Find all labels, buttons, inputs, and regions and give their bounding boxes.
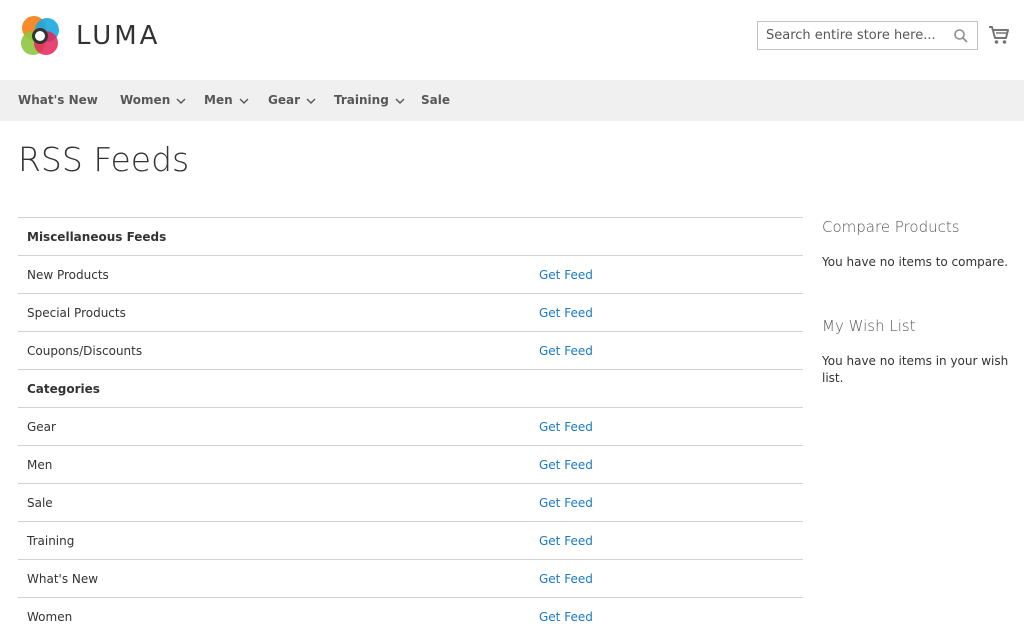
page-title: RSS Feeds xyxy=(18,140,190,179)
nav-item-label: Men xyxy=(204,93,233,107)
compare-products-title: Compare Products xyxy=(822,218,960,236)
rss-feeds-table: Miscellaneous Feeds New Products Get Fee… xyxy=(18,217,803,635)
compare-products-empty-message: You have no items to compare. xyxy=(822,255,1009,269)
get-feed-link[interactable]: Get Feed xyxy=(539,344,593,358)
compare-products-block: Compare Products You have no items to co… xyxy=(822,218,1012,271)
chevron-down-icon xyxy=(239,98,249,104)
cart-icon[interactable] xyxy=(988,24,1010,46)
table-row: Women Get Feed xyxy=(18,597,803,635)
table-row: What's New Get Feed xyxy=(18,559,803,597)
feed-name: New Products xyxy=(27,267,109,282)
table-row-section: Categories xyxy=(18,369,803,407)
page-header: LUMA xyxy=(0,0,1024,80)
nav-item-whats-new[interactable]: What's New xyxy=(18,80,98,121)
wishlist-empty-message: You have no items in your wish list. xyxy=(822,354,1009,385)
table-row: Gear Get Feed xyxy=(18,407,803,445)
nav-item-men[interactable]: Men xyxy=(204,80,249,121)
nav-item-label: Women xyxy=(120,93,171,107)
table-row: New Products Get Feed xyxy=(18,255,803,293)
feed-section-heading: Categories xyxy=(27,381,100,396)
feed-name: Coupons/Discounts xyxy=(27,343,143,358)
feed-name: Gear xyxy=(27,419,56,434)
get-feed-link[interactable]: Get Feed xyxy=(539,268,593,282)
get-feed-link[interactable]: Get Feed xyxy=(539,458,593,472)
feed-name: Special Products xyxy=(27,305,126,320)
feed-name: Sale xyxy=(27,495,53,510)
table-row: Special Products Get Feed xyxy=(18,293,803,331)
nav-item-sale[interactable]: Sale xyxy=(421,80,450,121)
feed-name: Training xyxy=(27,533,75,548)
chevron-down-icon xyxy=(395,98,405,104)
feed-name: Women xyxy=(27,609,73,624)
search-input[interactable] xyxy=(758,22,943,49)
nav-item-label: Sale xyxy=(421,93,450,107)
get-feed-link[interactable]: Get Feed xyxy=(539,534,593,548)
chevron-down-icon xyxy=(176,98,186,104)
nav-item-training[interactable]: Training xyxy=(334,80,405,121)
chevron-down-icon xyxy=(306,98,316,104)
feed-name: Men xyxy=(27,457,53,472)
logo-text: LUMA xyxy=(76,21,161,51)
search-box xyxy=(757,21,978,50)
sidebar: Compare Products You have no items to co… xyxy=(822,218,1012,387)
get-feed-link[interactable]: Get Feed xyxy=(539,610,593,624)
nav-item-label: What's New xyxy=(18,93,98,107)
nav-item-women[interactable]: Women xyxy=(120,80,186,121)
get-feed-link[interactable]: Get Feed xyxy=(539,306,593,320)
feed-section-heading: Miscellaneous Feeds xyxy=(27,229,167,244)
table-row: Sale Get Feed xyxy=(18,483,803,521)
table-row: Training Get Feed xyxy=(18,521,803,559)
nav-item-label: Gear xyxy=(268,93,301,107)
wishlist-title: My Wish List xyxy=(822,317,916,335)
get-feed-link[interactable]: Get Feed xyxy=(539,572,593,586)
main-navigation: What's New Women Men Gear Training Sale xyxy=(0,80,1024,121)
get-feed-link[interactable]: Get Feed xyxy=(539,420,593,434)
get-feed-link[interactable]: Get Feed xyxy=(539,496,593,510)
feed-name: What's New xyxy=(27,571,99,586)
wishlist-block: My Wish List You have no items in your w… xyxy=(822,317,1012,387)
nav-item-label: Training xyxy=(334,93,389,107)
search-icon[interactable] xyxy=(953,28,969,44)
luma-logo[interactable]: LUMA xyxy=(18,14,160,58)
luma-logo-icon xyxy=(21,16,59,55)
nav-item-gear[interactable]: Gear xyxy=(268,80,316,121)
table-row: Coupons/Discounts Get Feed xyxy=(18,331,803,369)
table-row: Men Get Feed xyxy=(18,445,803,483)
table-row-section: Miscellaneous Feeds xyxy=(18,217,803,255)
